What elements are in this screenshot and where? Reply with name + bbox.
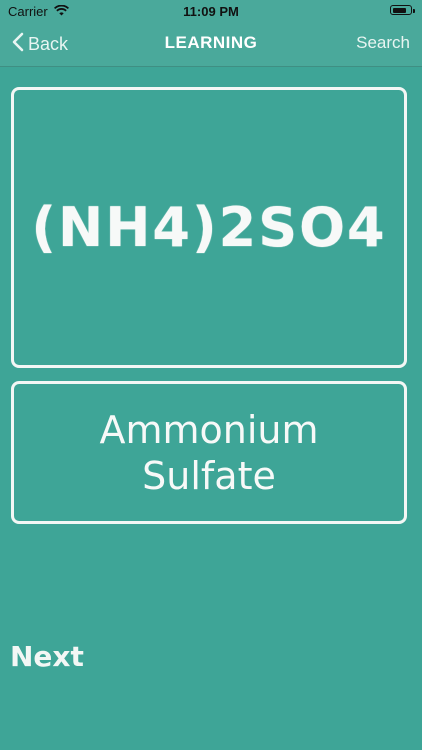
next-button[interactable]: Next [10,640,84,673]
battery-icon [390,5,415,15]
navigation-bar: Back LEARNING Search [0,22,422,67]
compound-name-line2: Sulfate [142,453,276,498]
name-card[interactable]: Ammonium Sulfate [11,381,407,524]
formula-card[interactable]: (NH4)2SO4 [11,87,407,368]
formula-text: (NH4)2SO4 [31,196,387,259]
search-button[interactable]: Search [356,33,410,53]
compound-name-line1: Ammonium [99,407,319,452]
status-time: 11:09 PM [183,4,239,19]
compound-name: Ammonium Sulfate [14,407,404,499]
status-bar: Carrier 11:09 PM [0,0,422,22]
